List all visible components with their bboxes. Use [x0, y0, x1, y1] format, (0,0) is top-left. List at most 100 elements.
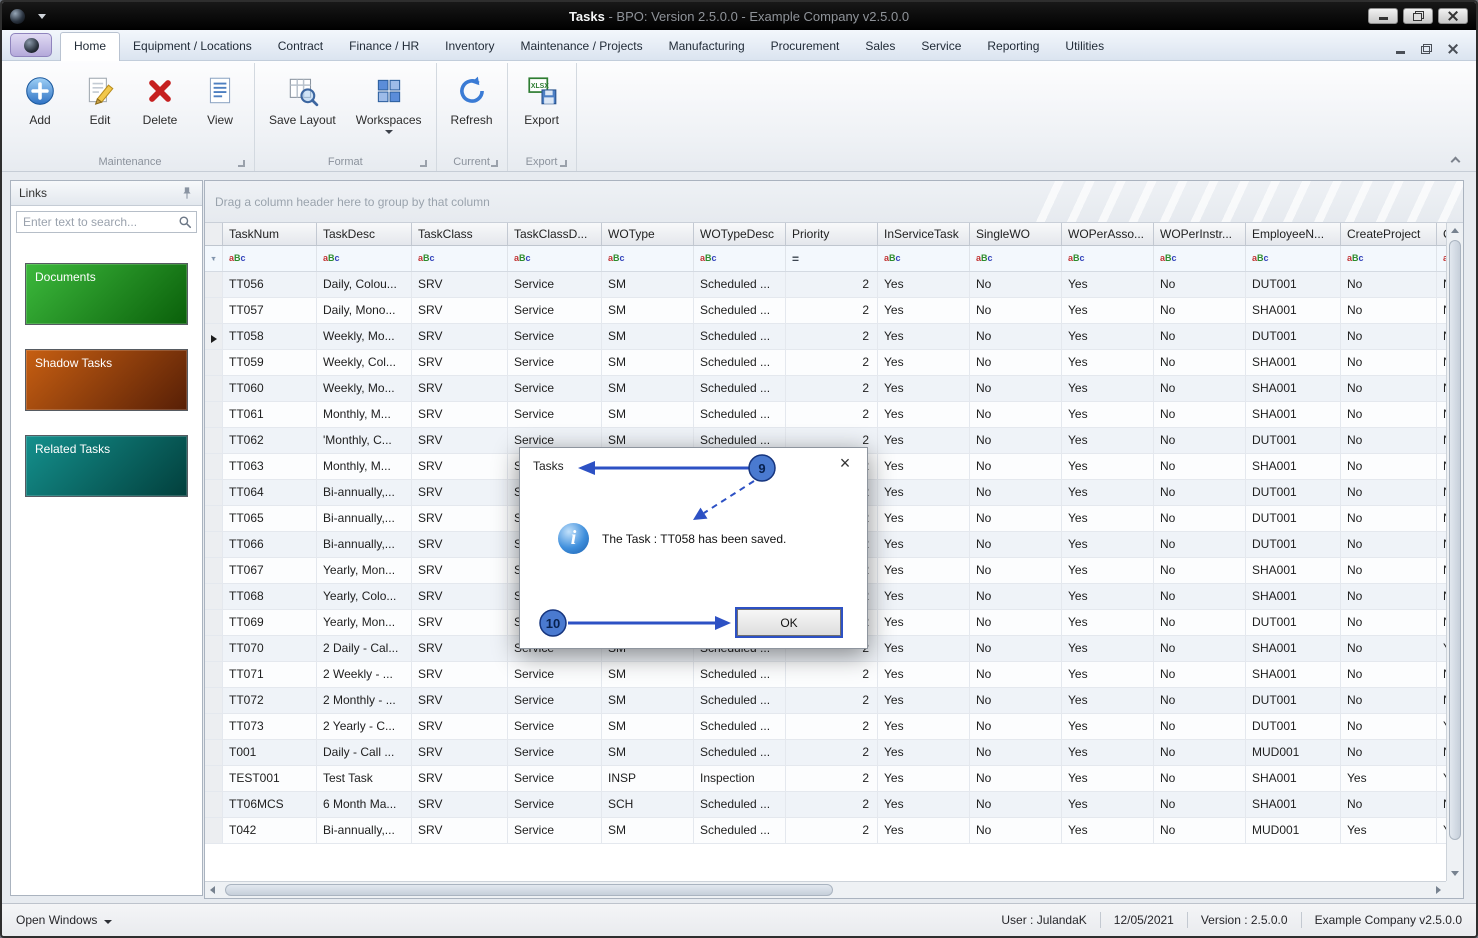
cell[interactable]: Scheduled ... [694, 376, 786, 401]
cell[interactable]: DUT001 [1246, 688, 1341, 713]
tab-reporting[interactable]: Reporting [974, 33, 1052, 60]
cell[interactable]: No [1341, 324, 1437, 349]
view-button[interactable]: View [194, 70, 246, 129]
cell[interactable]: No [1341, 506, 1437, 531]
cell[interactable]: Y [1437, 818, 1446, 843]
column-header-priority[interactable]: Priority [786, 223, 878, 245]
pin-icon[interactable] [180, 186, 194, 200]
column-header-woperinstr[interactable]: WOPerInstr... [1154, 223, 1246, 245]
cell[interactable]: Scheduled ... [694, 740, 786, 765]
cell[interactable]: Yes [1062, 818, 1154, 843]
cell[interactable]: No [970, 584, 1062, 609]
cell[interactable]: Yearly, Mon... [317, 558, 412, 583]
cell[interactable]: SHA001 [1246, 558, 1341, 583]
cell[interactable]: Daily, Mono... [317, 298, 412, 323]
save-layout-button[interactable]: Save Layout [263, 70, 342, 129]
cell[interactable]: N [1437, 558, 1446, 583]
cell[interactable]: Yes [1062, 428, 1154, 453]
sidebar-item-shadow-tasks[interactable]: Shadow Tasks [25, 349, 188, 411]
filter-cell-taskclass[interactable]: aBc [412, 246, 508, 271]
cell[interactable]: No [1154, 740, 1246, 765]
cell[interactable]: Yes [878, 662, 970, 687]
cell[interactable]: TT061 [223, 402, 317, 427]
cell[interactable]: TT066 [223, 532, 317, 557]
cell[interactable]: 2 Yearly - C... [317, 714, 412, 739]
cell[interactable]: Service [508, 298, 602, 323]
column-header-taskclassd[interactable]: TaskClassD... [508, 223, 602, 245]
cell[interactable]: Service [508, 350, 602, 375]
tab-equipment-locations[interactable]: Equipment / Locations [120, 33, 265, 60]
group-dialog-launcher-icon[interactable] [238, 160, 245, 167]
cell[interactable]: Yes [878, 324, 970, 349]
ribbon-collapse-button[interactable] [1448, 154, 1462, 166]
cell[interactable]: Yes [1062, 792, 1154, 817]
cell[interactable]: Test Task [317, 766, 412, 791]
cell[interactable]: Service [508, 324, 602, 349]
cell[interactable]: No [1341, 792, 1437, 817]
cell[interactable]: SM [602, 688, 694, 713]
table-row[interactable]: TT061Monthly, M...SRVServiceSMScheduled … [205, 402, 1446, 428]
cell[interactable]: SRV [412, 558, 508, 583]
cell[interactable]: SRV [412, 792, 508, 817]
cell[interactable]: SRV [412, 688, 508, 713]
cell[interactable]: Yes [878, 506, 970, 531]
table-row[interactable]: TT057Daily, Mono...SRVServiceSMScheduled… [205, 298, 1446, 324]
cell[interactable]: SHA001 [1246, 584, 1341, 609]
cell[interactable]: SRV [412, 532, 508, 557]
cell[interactable]: Yes [878, 558, 970, 583]
filter-cell-wotype[interactable]: aBc [602, 246, 694, 271]
filter-cell-singlewo[interactable]: aBc [970, 246, 1062, 271]
cell[interactable]: No [970, 324, 1062, 349]
cell[interactable]: SHA001 [1246, 376, 1341, 401]
cell[interactable]: SM [602, 818, 694, 843]
cell[interactable]: SRV [412, 376, 508, 401]
cell[interactable]: Yes [1062, 558, 1154, 583]
cell[interactable]: Service [508, 714, 602, 739]
restore-button[interactable] [1403, 8, 1433, 24]
cell[interactable]: 2 [786, 688, 878, 713]
horizontal-scrollbar[interactable] [205, 881, 1446, 898]
cell[interactable]: Yes [878, 350, 970, 375]
cell[interactable]: SRV [412, 506, 508, 531]
cell[interactable]: No [970, 636, 1062, 661]
mdi-minimize-button[interactable] [1396, 51, 1405, 54]
cell[interactable]: No [970, 506, 1062, 531]
cell[interactable]: Yes [878, 454, 970, 479]
cell[interactable]: No [970, 792, 1062, 817]
cell[interactable]: No [1154, 792, 1246, 817]
cell[interactable]: SRV [412, 454, 508, 479]
cell[interactable]: SRV [412, 428, 508, 453]
cell[interactable]: TEST001 [223, 766, 317, 791]
cell[interactable]: Bi-annually,... [317, 506, 412, 531]
cell[interactable]: Y [1437, 714, 1446, 739]
cell[interactable]: Scheduled ... [694, 272, 786, 297]
cell[interactable]: INSP [602, 766, 694, 791]
scroll-left-icon[interactable] [205, 882, 220, 898]
table-row[interactable]: TT06MCS6 Month Ma...SRVServiceSCHSchedul… [205, 792, 1446, 818]
cell[interactable]: No [1154, 324, 1246, 349]
cell[interactable]: Yes [1062, 766, 1154, 791]
cell[interactable]: Service [508, 818, 602, 843]
cell[interactable]: SHA001 [1246, 662, 1341, 687]
cell[interactable]: N [1437, 298, 1446, 323]
tab-inventory[interactable]: Inventory [432, 33, 507, 60]
sidebar-item-documents[interactable]: Documents [25, 263, 188, 325]
cell[interactable]: TT068 [223, 584, 317, 609]
table-row[interactable]: T042Bi-annually,...SRVServiceSMScheduled… [205, 818, 1446, 844]
cell[interactable]: Yes [1062, 532, 1154, 557]
cell[interactable]: SRV [412, 636, 508, 661]
table-row[interactable]: TT059Weekly, Col...SRVServiceSMScheduled… [205, 350, 1446, 376]
cell[interactable]: No [1154, 480, 1246, 505]
table-row[interactable]: TT0722 Monthly - ...SRVServiceSMSchedule… [205, 688, 1446, 714]
cell[interactable]: Yes [878, 792, 970, 817]
cell[interactable]: N [1437, 740, 1446, 765]
cell[interactable]: TT056 [223, 272, 317, 297]
cell[interactable]: SRV [412, 350, 508, 375]
cell[interactable]: Yes [1062, 740, 1154, 765]
cell[interactable]: No [970, 610, 1062, 635]
cell[interactable]: Scheduled ... [694, 350, 786, 375]
cell[interactable]: TT06MCS [223, 792, 317, 817]
cell[interactable]: No [970, 376, 1062, 401]
cell[interactable]: No [1341, 454, 1437, 479]
filter-cell-priority[interactable]: = [786, 246, 878, 271]
